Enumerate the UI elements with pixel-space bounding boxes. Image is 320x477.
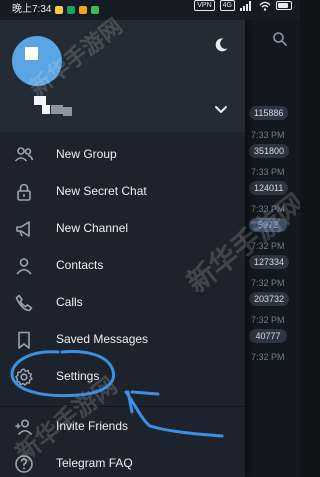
- phone-icon: [15, 294, 33, 312]
- chat-row[interactable]: 7:32 PM 203732: [245, 276, 300, 313]
- search-icon[interactable]: [272, 31, 288, 47]
- menu-item-contacts[interactable]: Contacts: [0, 249, 245, 283]
- chat-row[interactable]: 7:33 PM 124011: [245, 165, 300, 202]
- menu-divider: [0, 406, 245, 407]
- unread-badge: 124011: [249, 181, 289, 195]
- privacy-mask: [25, 47, 38, 60]
- unread-badge: 5972: [249, 218, 287, 232]
- chat-list: 115886 7:33 PM 351800 7:33 PM 124011 7:33 PM 5…: [245, 20, 300, 477]
- chat-time: 7:32 PM: [251, 315, 285, 325]
- menu-item-settings[interactable]: Settings: [0, 360, 245, 394]
- unread-badge: 203732: [249, 292, 290, 306]
- group-icon: [14, 147, 34, 162]
- notification-icon: [55, 6, 64, 14]
- menu-label: New Secret Chat: [56, 184, 147, 198]
- menu-label: Telegram FAQ: [56, 456, 133, 470]
- chat-row[interactable]: 7:32 PM 127334: [245, 239, 300, 276]
- chat-time: 7:32 PM: [251, 241, 285, 251]
- chat-time: 7:33 PM: [251, 204, 285, 214]
- drawer-header: [0, 20, 245, 132]
- help-icon: [15, 455, 33, 473]
- chevron-down-icon[interactable]: [212, 100, 230, 118]
- menu-label: Calls: [56, 295, 83, 309]
- add-user-icon: [15, 419, 33, 436]
- moon-icon[interactable]: [212, 36, 230, 54]
- unread-badge: 115886: [249, 106, 289, 120]
- navigation-drawer: New Group New Secret Chat New Channel Co…: [0, 20, 245, 477]
- vpn-badge: VPN: [194, 0, 215, 11]
- chat-time: 7:33 PM: [251, 130, 285, 140]
- bookmark-icon: [18, 331, 30, 349]
- menu-label: Contacts: [56, 258, 104, 272]
- chat-row[interactable]: 7:32 PM: [245, 350, 300, 387]
- menu-item-invite-friends[interactable]: Invite Friends: [0, 410, 245, 444]
- lock-icon: [17, 183, 31, 201]
- unread-badge: 127334: [249, 255, 290, 269]
- notification-icon: [79, 6, 88, 14]
- status-right: VPN 4G: [194, 0, 292, 11]
- avatar[interactable]: [12, 36, 62, 86]
- menu-label: New Channel: [56, 221, 129, 235]
- contact-icon: [16, 258, 32, 275]
- chat-row[interactable]: 7:32 PM 40777: [245, 313, 300, 350]
- menu-label: Saved Messages: [56, 332, 149, 346]
- chat-time: 7:33 PM: [251, 167, 285, 177]
- status-time: 晚上7:34: [12, 4, 52, 15]
- menu-item-new-channel[interactable]: New Channel: [0, 212, 245, 246]
- privacy-mask: [34, 96, 106, 118]
- menu-item-saved-messages[interactable]: Saved Messages: [0, 323, 245, 357]
- battery-level: [278, 3, 288, 8]
- menu-item-new-group[interactable]: New Group: [0, 138, 245, 172]
- unread-badge: 40777: [249, 329, 287, 343]
- battery-icon: [276, 1, 292, 10]
- status-left: 晚上7:34: [12, 0, 100, 20]
- menu-item-telegram-faq[interactable]: Telegram FAQ: [0, 447, 245, 477]
- menu-item-calls[interactable]: Calls: [0, 286, 245, 320]
- notification-icon: [91, 6, 100, 14]
- gear-icon: [15, 368, 33, 386]
- menu-item-new-secret-chat[interactable]: New Secret Chat: [0, 175, 245, 209]
- chat-time: 7:32 PM: [251, 278, 285, 288]
- network-badge: 4G: [219, 0, 235, 11]
- unread-badge: 351800: [249, 144, 290, 158]
- telegram-screen: 晚上7:34 VPN 4G 115886 7:33 PM 351800 7:33…: [0, 0, 300, 477]
- wifi-icon: [259, 1, 271, 11]
- signal-icon: [240, 0, 251, 11]
- status-bar: 晚上7:34 VPN 4G: [0, 0, 300, 20]
- notification-icon: [67, 6, 76, 14]
- chat-time: 7:32 PM: [251, 352, 285, 362]
- menu-label: Invite Friends: [56, 419, 129, 433]
- menu-label: Settings: [56, 369, 100, 383]
- megaphone-icon: [16, 221, 30, 237]
- menu-label: New Group: [56, 147, 117, 161]
- chat-row[interactable]: 7:33 PM 5972: [245, 202, 300, 239]
- chat-row[interactable]: 7:33 PM 351800: [245, 128, 300, 165]
- chat-row[interactable]: 115886: [245, 90, 300, 127]
